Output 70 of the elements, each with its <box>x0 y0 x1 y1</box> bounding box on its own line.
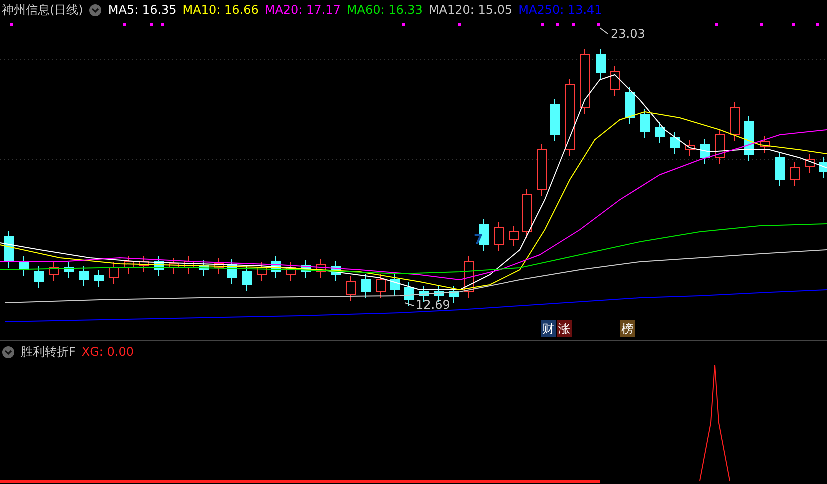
price-label: 12.69 <box>416 298 450 312</box>
indicator-value: MA20: 17.17 <box>264 3 341 17</box>
candlestick <box>464 256 474 298</box>
candlestick <box>302 260 312 278</box>
candlestick <box>806 154 816 174</box>
candlestick <box>522 188 532 238</box>
candlestick <box>510 226 520 246</box>
candlestick <box>404 282 414 306</box>
candlestick <box>154 256 164 276</box>
candlestick <box>214 258 224 274</box>
candlestick <box>716 128 726 164</box>
indicator-value: MA60: 16.33 <box>346 3 423 17</box>
candlestick <box>538 144 548 196</box>
collapse-icon[interactable] <box>89 4 102 16</box>
candlestick <box>820 156 827 178</box>
candlestick <box>776 152 786 186</box>
candlestick <box>494 222 504 252</box>
indicator-title: 胜利转折F <box>21 344 76 360</box>
candlestick <box>730 102 740 142</box>
candlestick <box>580 48 590 114</box>
candlestick <box>656 122 666 144</box>
candlestick <box>110 262 120 284</box>
candlestick <box>744 116 754 162</box>
candlestick <box>242 266 252 292</box>
candlestick <box>258 262 268 282</box>
chart-title: 神州信息(日线) <box>2 2 84 18</box>
candlestick <box>170 258 180 274</box>
event-badge[interactable]: 财 <box>541 320 556 337</box>
leader-line <box>404 302 414 306</box>
candlestick <box>700 138 710 164</box>
candlestick <box>686 140 696 156</box>
candlestick <box>760 136 770 154</box>
candlestick <box>140 256 150 272</box>
candlestick <box>640 108 650 138</box>
candlestick <box>4 230 14 268</box>
candlestick <box>200 260 210 276</box>
candlestick <box>346 276 356 302</box>
candlestick <box>64 262 74 278</box>
candlestick <box>332 260 342 282</box>
candlestick <box>450 286 460 304</box>
collapse-icon[interactable] <box>2 346 15 358</box>
candlestick <box>80 266 90 286</box>
indicator-value: MA250: 13.41 <box>518 3 602 17</box>
candlestick <box>50 262 60 282</box>
candlestick <box>184 256 194 274</box>
candlestick <box>286 262 296 282</box>
candlestick <box>272 256 282 278</box>
candlestick <box>316 258 326 278</box>
candlestick <box>610 66 620 96</box>
indicator-value: MA10: 16.66 <box>182 3 259 17</box>
price-label: 23.03 <box>611 27 646 41</box>
candlestick <box>626 86 636 124</box>
indicator-value: MA5: 16.35 <box>108 3 177 17</box>
candlestick <box>390 274 400 296</box>
candlestick <box>94 270 104 288</box>
candlestick <box>228 258 238 284</box>
candlestick <box>790 162 800 186</box>
candlestick <box>550 98 560 142</box>
candlestick <box>376 274 386 298</box>
indicator-value: XG: 0.00 <box>82 345 134 359</box>
leader-line <box>600 28 608 34</box>
candlestick <box>362 274 372 298</box>
indicator-value: MA120: 15.05 <box>428 3 513 17</box>
candlestick <box>670 132 680 154</box>
candlestick <box>20 256 30 276</box>
candlestick <box>596 48 606 80</box>
candlestick <box>124 256 134 274</box>
candlestick <box>34 266 44 288</box>
event-badge[interactable]: 榜 <box>620 320 635 337</box>
event-badge[interactable]: 涨 <box>557 320 572 337</box>
